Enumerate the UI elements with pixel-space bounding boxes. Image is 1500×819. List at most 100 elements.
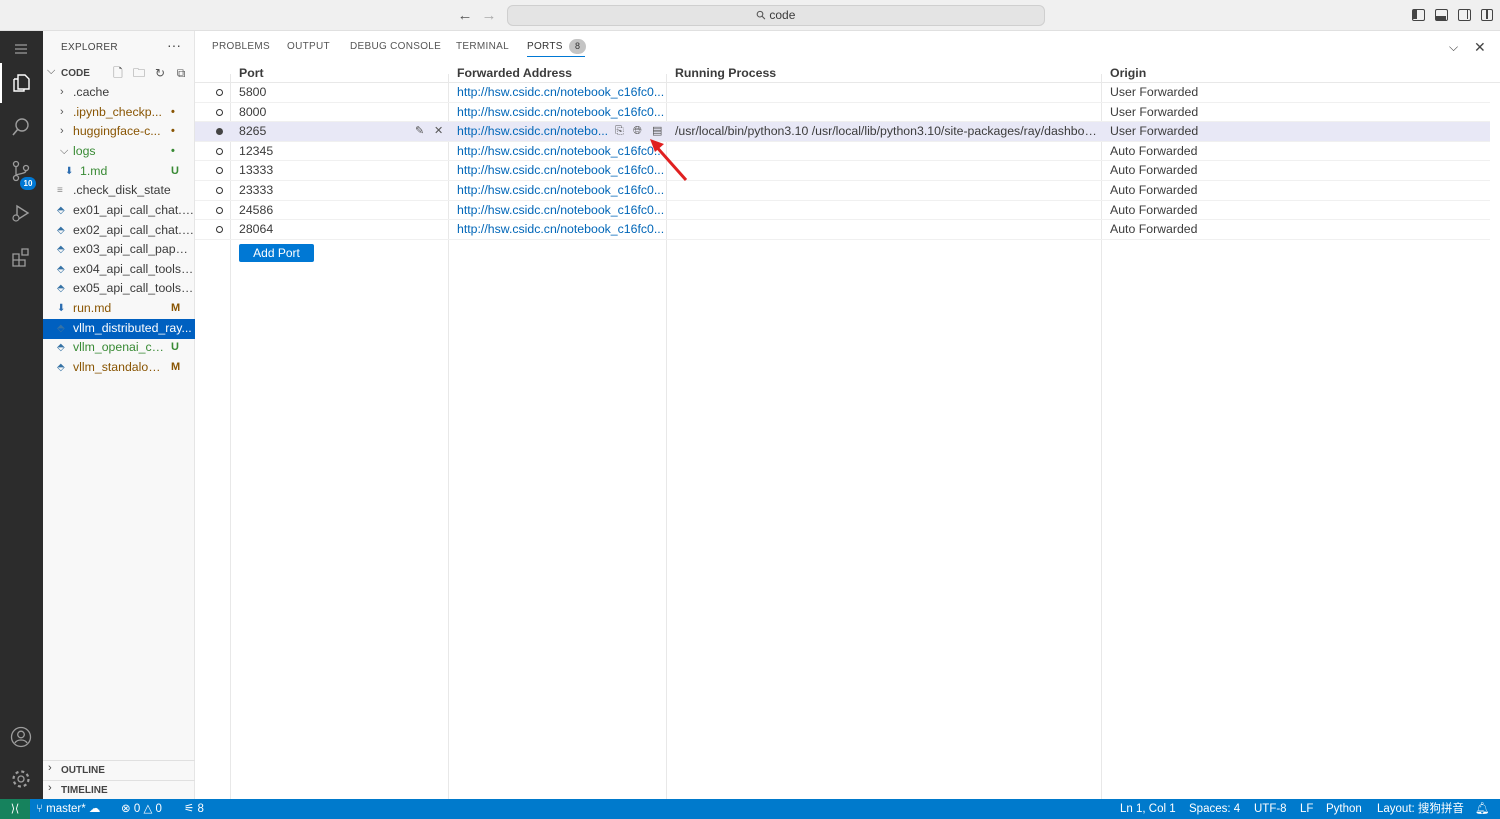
account-icon[interactable] bbox=[0, 717, 43, 757]
edit-label-icon[interactable]: ✎ bbox=[415, 122, 424, 142]
settings-gear-icon[interactable] bbox=[0, 759, 43, 799]
port-origin: Auto Forwarded bbox=[1110, 143, 1198, 158]
new-folder-icon[interactable]: 🗀 bbox=[132, 66, 146, 80]
port-origin: User Forwarded bbox=[1110, 124, 1199, 139]
search-icon[interactable] bbox=[0, 107, 43, 147]
file-item[interactable]: ⬇ run.md M bbox=[43, 299, 195, 319]
port-row[interactable]: 12345 http://hsw.csidc.cn/notebook_c16fc0… bbox=[195, 142, 1490, 162]
chevron-right-icon: › bbox=[60, 125, 64, 137]
forwarded-address-link[interactable]: http://hsw.csidc.cn/notebook_c16fc0... bbox=[457, 201, 665, 221]
file-item[interactable]: ⬘ vllm_distributed_ray... bbox=[43, 319, 195, 339]
command-center-search[interactable]: ⚲code bbox=[507, 5, 1045, 26]
forwarded-address-link[interactable]: http://hsw.csidc.cn/notebook_c16fc0... bbox=[457, 220, 665, 240]
add-port-button[interactable]: Add Port bbox=[239, 244, 314, 262]
branch-name: master* bbox=[46, 803, 86, 815]
eol-status[interactable]: LF bbox=[1300, 799, 1313, 819]
file-item[interactable]: ⬘ ex03_api_call_paper... bbox=[43, 240, 195, 260]
column-header-origin[interactable]: Origin bbox=[1110, 66, 1146, 80]
folder-item[interactable]: ⌵ logs • bbox=[43, 142, 195, 162]
source-control-icon[interactable]: 10 bbox=[0, 151, 43, 191]
customize-layout-icon[interactable] bbox=[1481, 9, 1493, 21]
toggle-panel-icon[interactable] bbox=[1435, 9, 1448, 21]
folder-name: CODE bbox=[61, 68, 90, 79]
notifications-bell-icon[interactable]: 🔔︎ bbox=[1475, 799, 1490, 819]
file-item[interactable]: ⬘ ex01_api_call_chat.py bbox=[43, 201, 195, 221]
files-icon[interactable] bbox=[0, 63, 43, 103]
keyboard-layout-status[interactable]: Layout: 搜狗拼音 bbox=[1377, 799, 1464, 819]
close-panel-icon[interactable]: ✕ bbox=[1474, 39, 1486, 56]
forwarded-address-link[interactable]: http://hsw.csidc.cn/notebook_c16fc0... bbox=[457, 142, 665, 162]
port-status-icon bbox=[216, 226, 223, 234]
port-row[interactable]: 8265 http://hsw.csidc.cn/notebo... /usr/lo… bbox=[195, 122, 1490, 142]
run-debug-icon[interactable] bbox=[0, 193, 43, 233]
extensions-icon[interactable] bbox=[0, 237, 43, 277]
file-item[interactable]: ⬘ vllm_openai_ca... U bbox=[43, 338, 195, 358]
forwarded-address-link[interactable]: http://hsw.csidc.cn/notebook_c16fc0... bbox=[457, 181, 665, 201]
port-status-icon bbox=[216, 108, 223, 116]
arrow-left-icon[interactable]: ← bbox=[456, 7, 474, 25]
ports-status-count: 8 bbox=[197, 803, 204, 815]
port-row[interactable]: 24586 http://hsw.csidc.cn/notebook_c16fc0… bbox=[195, 201, 1490, 221]
folder-header-code[interactable]: ⌵ CODE 🗋 🗀 ↻ ⧉ bbox=[43, 64, 195, 84]
collapse-all-icon[interactable]: ⧉ bbox=[174, 66, 188, 80]
folder-item[interactable]: › huggingface-c... • bbox=[43, 122, 195, 142]
explorer-title: EXPLORER bbox=[61, 42, 118, 53]
port-row[interactable]: 8000 http://hsw.csidc.cn/notebook_c16fc0.… bbox=[195, 103, 1490, 123]
file-item[interactable]: ≡ .check_disk_state bbox=[43, 181, 195, 201]
file-item[interactable]: ⬘ ex02_api_call_chat.py bbox=[43, 221, 195, 241]
folder-item[interactable]: › .ipynb_checkp... • bbox=[43, 103, 195, 123]
forwarded-address-link[interactable]: http://hsw.csidc.cn/notebook_c16fc0... bbox=[457, 83, 665, 103]
port-row[interactable]: 5800 http://hsw.csidc.cn/notebook_c16fc0.… bbox=[195, 83, 1490, 103]
file-item[interactable]: ⬇ 1.md U bbox=[43, 162, 195, 182]
file-item[interactable]: ⬘ ex05_api_call_tools.... bbox=[43, 279, 195, 299]
tab-terminal[interactable]: TERMINAL bbox=[456, 41, 509, 52]
port-row[interactable]: 23333 http://hsw.csidc.cn/notebook_c16fc0… bbox=[195, 181, 1490, 201]
tab-output[interactable]: OUTPUT bbox=[287, 41, 330, 52]
port-status-icon bbox=[216, 89, 223, 96]
refresh-icon[interactable]: ↻ bbox=[153, 66, 167, 80]
tab-problems[interactable]: PROBLEMS bbox=[212, 41, 270, 52]
forwarded-address-link[interactable]: http://hsw.csidc.cn/notebook_c16fc0... bbox=[457, 161, 665, 181]
column-header-forwarded-address[interactable]: Forwarded Address bbox=[457, 66, 572, 80]
column-header-running-process[interactable]: Running Process bbox=[675, 66, 776, 80]
change-dot-indicator: • bbox=[171, 106, 175, 118]
toggle-secondary-sidebar-icon[interactable] bbox=[1458, 9, 1471, 21]
running-process: /usr/local/bin/python3.10 /usr/local/lib… bbox=[675, 124, 1099, 139]
stop-forwarding-icon[interactable]: ✕ bbox=[434, 122, 443, 142]
timeline-label: TIMELINE bbox=[61, 785, 108, 796]
maximize-panel-icon[interactable]: ⌵ bbox=[1449, 40, 1458, 55]
language-status[interactable]: Python bbox=[1326, 799, 1362, 819]
more-actions-icon[interactable]: ··· bbox=[167, 37, 181, 53]
file-item[interactable]: ⬘ ex04_api_call_tools.... bbox=[43, 260, 195, 280]
indentation-status[interactable]: Spaces: 4 bbox=[1189, 799, 1240, 819]
explorer-sidebar: EXPLORER ··· ⌵ CODE 🗋 🗀 ↻ ⧉ › .cache › .ipy… bbox=[43, 31, 195, 799]
forwarded-address-link[interactable]: http://hsw.csidc.cn/notebook_c16fc0... bbox=[457, 103, 665, 123]
encoding-status[interactable]: UTF-8 bbox=[1254, 799, 1287, 819]
timeline-section[interactable]: › TIMELINE bbox=[43, 780, 195, 799]
port-origin: User Forwarded bbox=[1110, 85, 1199, 99]
markdown-file-icon: ⬇ bbox=[57, 303, 66, 314]
cursor-position[interactable]: Ln 1, Col 1 bbox=[1120, 799, 1176, 819]
port-row[interactable]: 28064 http://hsw.csidc.cn/notebook_c16fc0… bbox=[195, 220, 1490, 240]
tab-debug-console[interactable]: DEBUG CONSOLE bbox=[350, 41, 441, 52]
remote-indicator-icon[interactable]: ⟩⟨ bbox=[0, 799, 30, 819]
problems-status[interactable]: ⊗ 0 △ 0 bbox=[121, 799, 162, 819]
new-file-icon[interactable]: 🗋 bbox=[111, 66, 125, 80]
ports-status[interactable]: ⚟ 8 bbox=[184, 799, 204, 819]
toggle-primary-sidebar-icon[interactable] bbox=[1412, 9, 1425, 21]
tab-ports[interactable]: PORTS bbox=[527, 41, 563, 52]
file-item[interactable]: ⬘ vllm_standalon... M bbox=[43, 358, 195, 378]
tree-item-label: ex02_api_call_chat.py bbox=[73, 223, 194, 237]
arrow-right-icon[interactable]: → bbox=[480, 7, 498, 25]
forwarded-address-link[interactable]: http://hsw.csidc.cn/notebo... bbox=[457, 122, 609, 142]
tree-item-label: ex04_api_call_tools.... bbox=[73, 262, 194, 276]
branch-status[interactable]: ⑂ master* ☁ bbox=[36, 799, 100, 819]
column-header-port[interactable]: Port bbox=[239, 66, 264, 80]
port-origin: Auto Forwarded bbox=[1110, 222, 1198, 237]
copy-address-icon[interactable]: ⎘ bbox=[615, 122, 624, 142]
tree-item-label: vllm_distributed_ray... bbox=[73, 321, 192, 335]
outline-section[interactable]: › OUTLINE bbox=[43, 760, 195, 779]
tree-item-label: run.md bbox=[73, 301, 112, 315]
folder-item[interactable]: › .cache bbox=[43, 83, 195, 103]
port-row[interactable]: 13333 http://hsw.csidc.cn/notebook_c16fc0… bbox=[195, 161, 1490, 181]
